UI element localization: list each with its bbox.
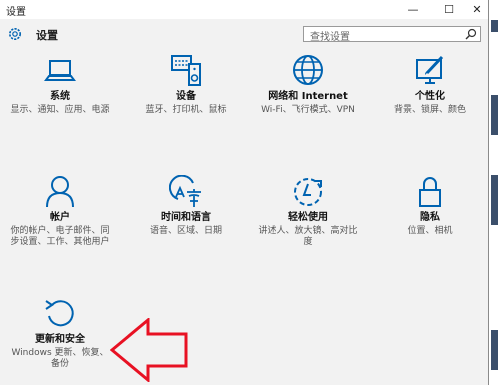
tile-personalization-label: 个性化 [415,91,445,102]
desktop-fragment [491,95,498,135]
lock-icon [419,177,441,207]
tile-accounts[interactable]: 帐户 你的帐户、电子邮件、同步设置、工作、其他用户 [10,175,110,248]
ease-of-access-icon [294,178,322,206]
tile-devices-desc: 蓝牙、打印机、鼠标 [145,105,227,115]
tile-devices[interactable]: 设备 蓝牙、打印机、鼠标 [136,54,236,116]
maximize-button[interactable]: ☐ [438,0,460,19]
tile-privacy-label: 隐私 [420,212,440,223]
tile-update-security-label: 更新和安全 [35,334,85,345]
tile-time-language-desc: 语音、区域、日期 [149,226,222,236]
tile-privacy[interactable]: 隐私 位置、相机 [380,175,480,237]
search-icon[interactable] [465,28,477,40]
tile-system-label: 系统 [50,91,70,102]
person-icon [46,176,74,208]
tile-accounts-label: 帐户 [50,212,70,223]
tile-ease-of-access-label: 轻松使用 [288,212,328,223]
tile-network-desc: Wi-Fi、飞行模式、VPN [261,105,355,115]
gear-icon [9,28,21,40]
tile-network-label: 网络和 Internet [268,91,348,102]
red-arrow-annotation [110,318,188,382]
refresh-icon [45,300,74,327]
keyboard-speaker-icon [171,55,201,86]
tile-network[interactable]: 网络和 Internet Wi-Fi、飞行模式、VPN [258,54,358,116]
desktop-fragment [491,330,498,370]
tile-accounts-desc: 你的帐户、电子邮件、同步设置、工作、其他用户 [10,226,110,247]
desktop-fragment [491,175,498,225]
tile-personalization-desc: 背景、锁屏、颜色 [393,105,466,115]
tile-system-desc: 显示、通知、应用、电源 [10,105,110,115]
tile-update-security[interactable]: 更新和安全 Windows 更新、恢复、备份 [10,297,110,370]
window-title: 设置 [6,7,26,18]
close-button[interactable]: ✕ [466,0,488,19]
tile-time-language[interactable]: 时间和语言 语音、区域、日期 [136,175,236,237]
tile-time-language-label: 时间和语言 [161,212,211,223]
desktop-fragment [491,20,498,32]
search-input[interactable]: 查找设置 [310,28,350,43]
time-language-icon [169,175,201,207]
tile-ease-of-access-desc: 讲述人、放大镜、高对比度 [258,226,358,247]
paint-monitor-icon [416,55,444,84]
minimize-button[interactable]: — [402,0,424,19]
background-desktop-strip [489,0,500,385]
laptop-icon [44,60,76,81]
tile-personalization[interactable]: 个性化 背景、锁屏、颜色 [380,54,480,116]
tile-ease-of-access[interactable]: 轻松使用 讲述人、放大镜、高对比度 [258,175,358,248]
settings-window: 设置 — ☐ ✕ 设置 查找设置 系统 显示、通知、应用、电源 设备 蓝牙、打印… [0,0,489,385]
tile-system[interactable]: 系统 显示、通知、应用、电源 [10,57,110,116]
tile-update-security-desc: Windows 更新、恢复、备份 [11,348,109,369]
globe-icon [293,55,323,85]
tile-devices-label: 设备 [176,91,196,102]
search-box[interactable]: 查找设置 [303,26,481,43]
tile-privacy-desc: 位置、相机 [407,226,453,236]
page-title: 设置 [36,29,58,42]
title-bar: 设置 — ☐ ✕ [0,0,488,19]
